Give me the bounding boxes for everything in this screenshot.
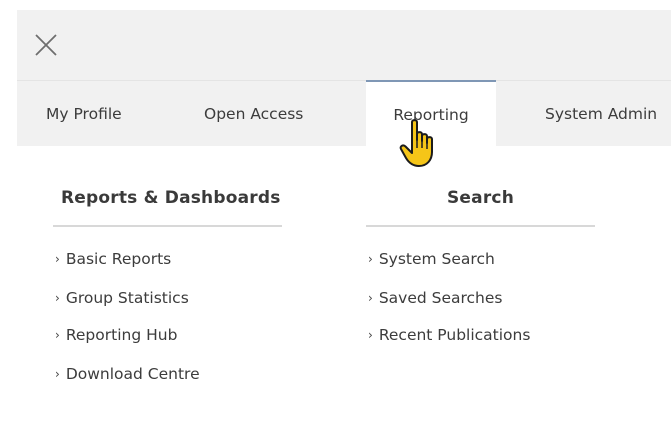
link-saved-searches[interactable]: › Saved Searches xyxy=(368,289,503,307)
link-system-search[interactable]: › System Search xyxy=(368,250,495,268)
close-icon xyxy=(35,34,57,56)
link-label: System Search xyxy=(378,250,495,268)
link-download-centre[interactable]: › Download Centre xyxy=(55,365,200,383)
chevron-right-icon: › xyxy=(368,328,373,342)
link-label: Recent Publications xyxy=(378,326,531,344)
chevron-right-icon: › xyxy=(368,252,373,266)
heading-divider xyxy=(53,225,282,227)
mega-menu-panel: My Profile Open Access Reporting System … xyxy=(0,0,671,435)
close-button[interactable] xyxy=(33,32,59,58)
top-nav-tabs: My Profile Open Access Reporting System … xyxy=(17,80,671,147)
link-reporting-hub[interactable]: › Reporting Hub xyxy=(55,326,177,344)
heading-divider xyxy=(366,225,595,227)
search-heading: Search xyxy=(446,188,514,208)
link-label: Group Statistics xyxy=(65,289,189,307)
link-basic-reports[interactable]: › Basic Reports xyxy=(55,250,171,268)
tab-open-access[interactable]: Open Access xyxy=(204,81,303,146)
tab-my-profile[interactable]: My Profile xyxy=(46,81,122,146)
tab-system-admin[interactable]: System Admin xyxy=(545,81,657,146)
link-group-statistics[interactable]: › Group Statistics xyxy=(55,289,189,307)
link-recent-publications[interactable]: › Recent Publications xyxy=(368,326,530,344)
reports-dashboards-heading: Reports & Dashboards xyxy=(61,188,281,208)
link-label: Download Centre xyxy=(65,365,200,383)
link-label: Saved Searches xyxy=(378,289,503,307)
menu-header-bar xyxy=(17,10,671,80)
chevron-right-icon: › xyxy=(55,328,60,342)
chevron-right-icon: › xyxy=(368,291,373,305)
hand-pointer-icon xyxy=(399,119,433,167)
chevron-right-icon: › xyxy=(55,252,60,266)
chevron-right-icon: › xyxy=(55,367,60,381)
chevron-right-icon: › xyxy=(55,291,60,305)
link-label: Reporting Hub xyxy=(65,326,178,344)
link-label: Basic Reports xyxy=(65,250,172,268)
